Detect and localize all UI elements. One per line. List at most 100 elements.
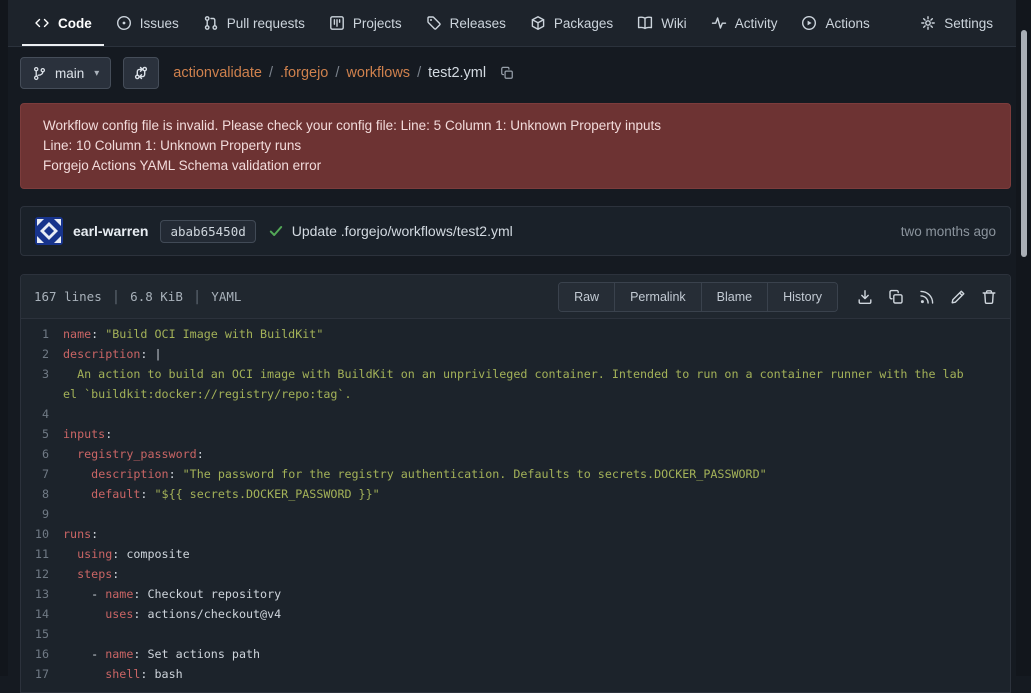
tab-releases[interactable]: Releases [414, 0, 518, 46]
line-number[interactable]: 10 [21, 524, 63, 544]
tab-projects[interactable]: Projects [317, 0, 414, 46]
raw-button[interactable]: Raw [559, 283, 614, 311]
code-line-16: 16 - name: Set actions path [21, 644, 1010, 664]
token-str: "${{ secrets.DOCKER_PASSWORD }}" [155, 487, 380, 501]
line-number[interactable]: 9 [21, 504, 63, 524]
permalink-button[interactable]: Permalink [614, 283, 701, 311]
code-line-5: 5inputs: [21, 424, 1010, 444]
line-number[interactable]: 6 [21, 444, 63, 464]
line-content: registry_password: [63, 444, 1010, 464]
line-number[interactable]: 1 [21, 324, 63, 344]
line-number[interactable]: 15 [21, 624, 63, 644]
token-val: Set actions path [147, 647, 260, 661]
token-key: inputs [63, 427, 105, 441]
breadcrumb-link[interactable]: workflows [346, 65, 410, 81]
code-line-2: 2description: | [21, 344, 1010, 364]
play-circle-icon [801, 15, 817, 31]
copy-path-icon[interactable] [500, 66, 514, 80]
line-number[interactable]: 4 [21, 404, 63, 424]
line-content: description: | [63, 344, 1010, 364]
copy-icon[interactable] [888, 289, 904, 305]
line-content: - name: Checkout repository [63, 584, 1010, 604]
scrollbar-thumb[interactable] [1021, 30, 1027, 257]
line-number[interactable]: 12 [21, 564, 63, 584]
token-key: name [63, 327, 91, 341]
pulse-icon [711, 15, 727, 31]
code-line-1: 1name: "Build OCI Image with BuildKit" [21, 324, 1010, 344]
delete-icon[interactable] [981, 289, 997, 305]
package-icon [530, 15, 546, 31]
tab-label: Actions [825, 16, 869, 31]
line-content: runs: [63, 524, 1010, 544]
avatar[interactable] [35, 217, 63, 245]
commit-message[interactable]: Update .forgejo/workflows/test2.yml [292, 223, 513, 239]
token-key: shell [105, 667, 140, 681]
token-key: using [77, 547, 112, 561]
line-number[interactable]: 3 [21, 364, 63, 384]
pull-request-icon [203, 15, 219, 31]
token-pln: - [63, 647, 105, 661]
token-pln [63, 567, 77, 581]
line-number[interactable]: 17 [21, 664, 63, 684]
token-pln [63, 547, 77, 561]
tab-settings[interactable]: Settings [908, 0, 1005, 46]
breadcrumb-current-file: test2.yml [428, 65, 486, 81]
line-number[interactable]: 13 [21, 584, 63, 604]
blame-button[interactable]: Blame [701, 283, 767, 311]
code-line-9: 9 [21, 504, 1010, 524]
code-line-12: 12 steps: [21, 564, 1010, 584]
line-number[interactable]: 8 [21, 484, 63, 504]
tab-packages[interactable]: Packages [518, 0, 625, 46]
token-key: uses [105, 607, 133, 621]
tab-actions[interactable]: Actions [789, 0, 881, 46]
token-pln: : [91, 327, 105, 341]
token-pln: : [140, 667, 154, 681]
tab-wiki[interactable]: Wiki [625, 0, 699, 46]
tab-activity[interactable]: Activity [699, 0, 790, 46]
token-pln: : [133, 587, 147, 601]
line-content [63, 504, 1010, 524]
line-content: description: "The password for the regis… [63, 464, 1010, 484]
line-number[interactable]: 16 [21, 644, 63, 664]
line-number[interactable]: 11 [21, 544, 63, 564]
tab-label: Projects [353, 16, 402, 31]
breadcrumb: actionvalidate/.forgejo/workflows/test2.… [173, 65, 514, 81]
tab-code[interactable]: Code [22, 0, 104, 46]
file-view-container: 167 lines | 6.8 KiB | YAML RawPermalinkB… [20, 274, 1011, 693]
rss-icon[interactable] [919, 289, 935, 305]
history-button[interactable]: History [767, 283, 837, 311]
token-pln: : [133, 607, 147, 621]
line-number [21, 384, 63, 404]
tab-issues[interactable]: Issues [104, 0, 191, 46]
window-left-edge [0, 0, 8, 676]
tab-label: Wiki [661, 16, 687, 31]
token-key: name [105, 647, 133, 661]
commit-author[interactable]: earl-warren [73, 223, 148, 239]
edit-icon[interactable] [950, 289, 966, 305]
branch-selector-button[interactable]: main ▾ [20, 57, 111, 89]
line-number[interactable]: 5 [21, 424, 63, 444]
code-view: 1name: "Build OCI Image with BuildKit"2d… [21, 319, 1010, 692]
breadcrumb-separator: / [417, 65, 421, 81]
token-pln: - [63, 587, 105, 601]
code-line-10: 10runs: [21, 524, 1010, 544]
workflow-error-banner: Workflow config file is invalid. Please … [20, 103, 1011, 189]
download-icon[interactable] [857, 289, 873, 305]
gear-icon [920, 15, 936, 31]
token-val: actions/checkout@v4 [147, 607, 281, 621]
line-number[interactable]: 2 [21, 344, 63, 364]
breadcrumb-link[interactable]: .forgejo [280, 65, 328, 81]
divider: | [193, 289, 201, 305]
scrollbar-track[interactable] [1016, 0, 1031, 676]
tab-label: Settings [944, 16, 993, 31]
compare-branches-button[interactable] [123, 57, 159, 89]
commit-hash-badge[interactable]: abab65450d [160, 220, 255, 243]
line-number[interactable]: 7 [21, 464, 63, 484]
tab-pull-requests[interactable]: Pull requests [191, 0, 317, 46]
line-number[interactable]: 14 [21, 604, 63, 624]
token-pln [63, 487, 91, 501]
commit-status-check-icon[interactable] [268, 223, 284, 239]
token-key: default [91, 487, 140, 501]
branch-name: main [55, 66, 84, 81]
breadcrumb-link[interactable]: actionvalidate [173, 65, 262, 81]
